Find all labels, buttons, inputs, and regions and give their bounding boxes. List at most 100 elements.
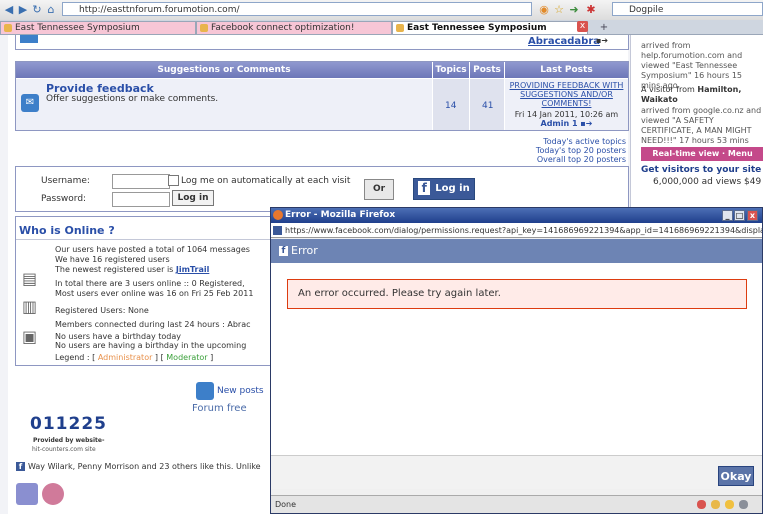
- facebook-icon: f: [16, 462, 25, 471]
- visitor-entry: A visitor from Hamilton, Waikato: [641, 85, 742, 104]
- hit-counter: 011225: [30, 414, 107, 434]
- status-addon-icon[interactable]: [711, 500, 720, 509]
- facebook-like-text[interactable]: Way Wilark, Penny Morrison and 23 others…: [28, 462, 261, 471]
- forum-icon: ✉: [21, 94, 39, 112]
- forward-icon[interactable]: ▶: [16, 3, 30, 17]
- reload-icon[interactable]: ↻: [30, 3, 44, 17]
- addon-icon[interactable]: ✱: [584, 3, 598, 17]
- tab-east-tennessee-1[interactable]: East Tennessee Symposium: [0, 21, 196, 34]
- goto-post-icon[interactable]: ▪➔: [596, 36, 608, 45]
- remember-checkbox[interactable]: [168, 175, 179, 186]
- topics-header: Topics: [433, 62, 469, 78]
- avatar-icon[interactable]: [42, 483, 64, 505]
- newest-user-text: The newest registered user is JimTrail: [55, 265, 210, 274]
- posts-header: Posts: [470, 62, 504, 78]
- last-post-author[interactable]: Admin 1 ▪➔: [505, 119, 628, 128]
- search-input[interactable]: Dogpile: [612, 2, 763, 16]
- or-label: Or: [364, 179, 394, 200]
- ad-views-text: 6,000,000 ad views $49: [653, 177, 762, 187]
- facebook-favicon-icon: [273, 226, 282, 235]
- goto-post-icon[interactable]: ▪➔: [580, 119, 592, 128]
- bookmark-star-icon[interactable]: ☆: [552, 3, 566, 17]
- remember-label: Log me on automatically at each visit: [181, 176, 351, 186]
- popup-titlebar[interactable]: Error - Mozilla Firefox _ □ x: [271, 208, 762, 223]
- password-input[interactable]: [112, 192, 170, 207]
- username-label: Username:: [41, 176, 90, 186]
- counter-site-text[interactable]: hit-counters.com site: [32, 446, 96, 453]
- maximize-button[interactable]: □: [734, 210, 745, 221]
- tab-east-tennessee-active[interactable]: East Tennessee Symposium: [392, 21, 588, 34]
- section-header: Suggestions or Comments: [16, 62, 432, 78]
- new-posts-label: New posts: [217, 386, 264, 396]
- error-popup-window: Error - Mozilla Firefox _ □ x https://ww…: [270, 207, 763, 514]
- topics-count: 14: [445, 101, 457, 111]
- tab-favicon-icon: [4, 24, 12, 32]
- facebook-icon: f: [418, 181, 431, 195]
- new-posts-icon: [196, 382, 214, 400]
- previous-forum-row: Abracadabra ▪➔: [15, 35, 629, 50]
- get-visitors-link[interactable]: Get visitors to your site: [641, 165, 763, 175]
- legend-moderator[interactable]: Moderator: [166, 353, 207, 362]
- who-is-online-title: Who is Online ?: [19, 224, 115, 237]
- minimize-button[interactable]: _: [722, 210, 733, 221]
- popup-address-bar[interactable]: https://www.facebook.com/dialog/permissi…: [271, 223, 762, 238]
- password-label: Password:: [41, 194, 87, 204]
- todays-active-topics-link[interactable]: Today's active topics: [440, 137, 626, 146]
- visitor-entry: arrived from help.forumotion.com and vie…: [641, 41, 743, 90]
- users-online-text: In total there are 3 users online :: 0 R…: [55, 279, 245, 288]
- newest-user-link[interactable]: JimTrail: [176, 265, 209, 274]
- tab-favicon-icon: [200, 24, 208, 32]
- login-section: Username: Log me on automatically at eac…: [15, 166, 629, 212]
- total-posts-text: Our users have posted a total of 1064 me…: [55, 245, 250, 254]
- birthday-upcoming-text: No users are having a birthday in the up…: [55, 341, 247, 350]
- registered-list-text: Registered Users: None: [55, 306, 149, 315]
- realtime-view-bar[interactable]: Real-time view · Menu: [641, 147, 763, 161]
- home-icon[interactable]: ⌂: [44, 3, 58, 17]
- go-icon[interactable]: ➜: [567, 3, 581, 17]
- tab-close-icon[interactable]: x: [577, 21, 588, 32]
- max-users-text: Most users ever online was 16 on Fri 25 …: [55, 289, 254, 298]
- users-online-icon: ▥: [22, 297, 38, 316]
- facebook-login-button[interactable]: f Log in: [413, 178, 475, 200]
- login-button[interactable]: Log in: [172, 190, 214, 206]
- posts-count: 41: [482, 101, 494, 111]
- stats-icon: ▤: [22, 269, 38, 288]
- username-input[interactable]: [112, 174, 170, 189]
- overall-top-posters-link[interactable]: Overall top 20 posters: [440, 155, 626, 164]
- who-is-online-section: Who is Online ? ▤ ▥ ▣ Our users have pos…: [15, 216, 276, 366]
- firefox-icon: [273, 210, 283, 220]
- todays-top-posters-link[interactable]: Today's top 20 posters: [440, 146, 626, 155]
- status-smiley-icon[interactable]: [725, 500, 734, 509]
- connected-24h-text: Members connected during last 24 hours :…: [55, 320, 251, 329]
- okay-button[interactable]: Okay: [718, 466, 754, 486]
- counter-provided-text: Provided by website-: [33, 437, 105, 444]
- forum-free-link[interactable]: Forum free: [192, 403, 247, 414]
- popup-statusbar: Done: [271, 495, 762, 513]
- legend: Legend : [ Administrator ] [ Moderator ]: [55, 353, 214, 362]
- toolbar-icon[interactable]: [16, 483, 38, 505]
- error-message: An error occurred. Please try again late…: [287, 279, 747, 309]
- facebook-icon: f: [279, 246, 288, 256]
- forum-icon: [20, 35, 38, 43]
- registered-users-text: We have 16 registered users: [55, 255, 170, 264]
- suggestions-section: Suggestions or Comments Topics Posts Las…: [15, 61, 629, 131]
- new-tab-icon[interactable]: +: [597, 21, 611, 35]
- legend-admin[interactable]: Administrator: [98, 353, 153, 362]
- last-post-link[interactable]: Abracadabra: [528, 36, 600, 47]
- forum-description: Offer suggestions or make comments.: [46, 94, 219, 104]
- back-icon[interactable]: ◀: [2, 3, 16, 17]
- tab-facebook-connect[interactable]: Facebook connect optimization!: [196, 21, 392, 34]
- tab-favicon-icon: [396, 24, 404, 32]
- close-button[interactable]: x: [747, 210, 758, 221]
- last-post-title[interactable]: PROVIDING FEEDBACK WITH SUGGESTIONS AND/…: [507, 81, 626, 108]
- rss-icon[interactable]: ◉: [537, 3, 551, 17]
- status-addon-icon[interactable]: [697, 500, 706, 509]
- facebook-header-bar: f Error: [271, 239, 762, 263]
- birthday-today-text: No users have a birthday today: [55, 332, 181, 341]
- address-bar[interactable]: http://easttnforum.forumotion.com/: [62, 2, 532, 16]
- popup-footer: [271, 455, 762, 489]
- last-posts-header: Last Posts: [505, 62, 628, 78]
- status-addon-icon[interactable]: [739, 500, 748, 509]
- last-post-date: Fri 14 Jan 2011, 10:26 am: [514, 110, 619, 119]
- tab-strip: East Tennessee Symposium Facebook connec…: [0, 20, 763, 35]
